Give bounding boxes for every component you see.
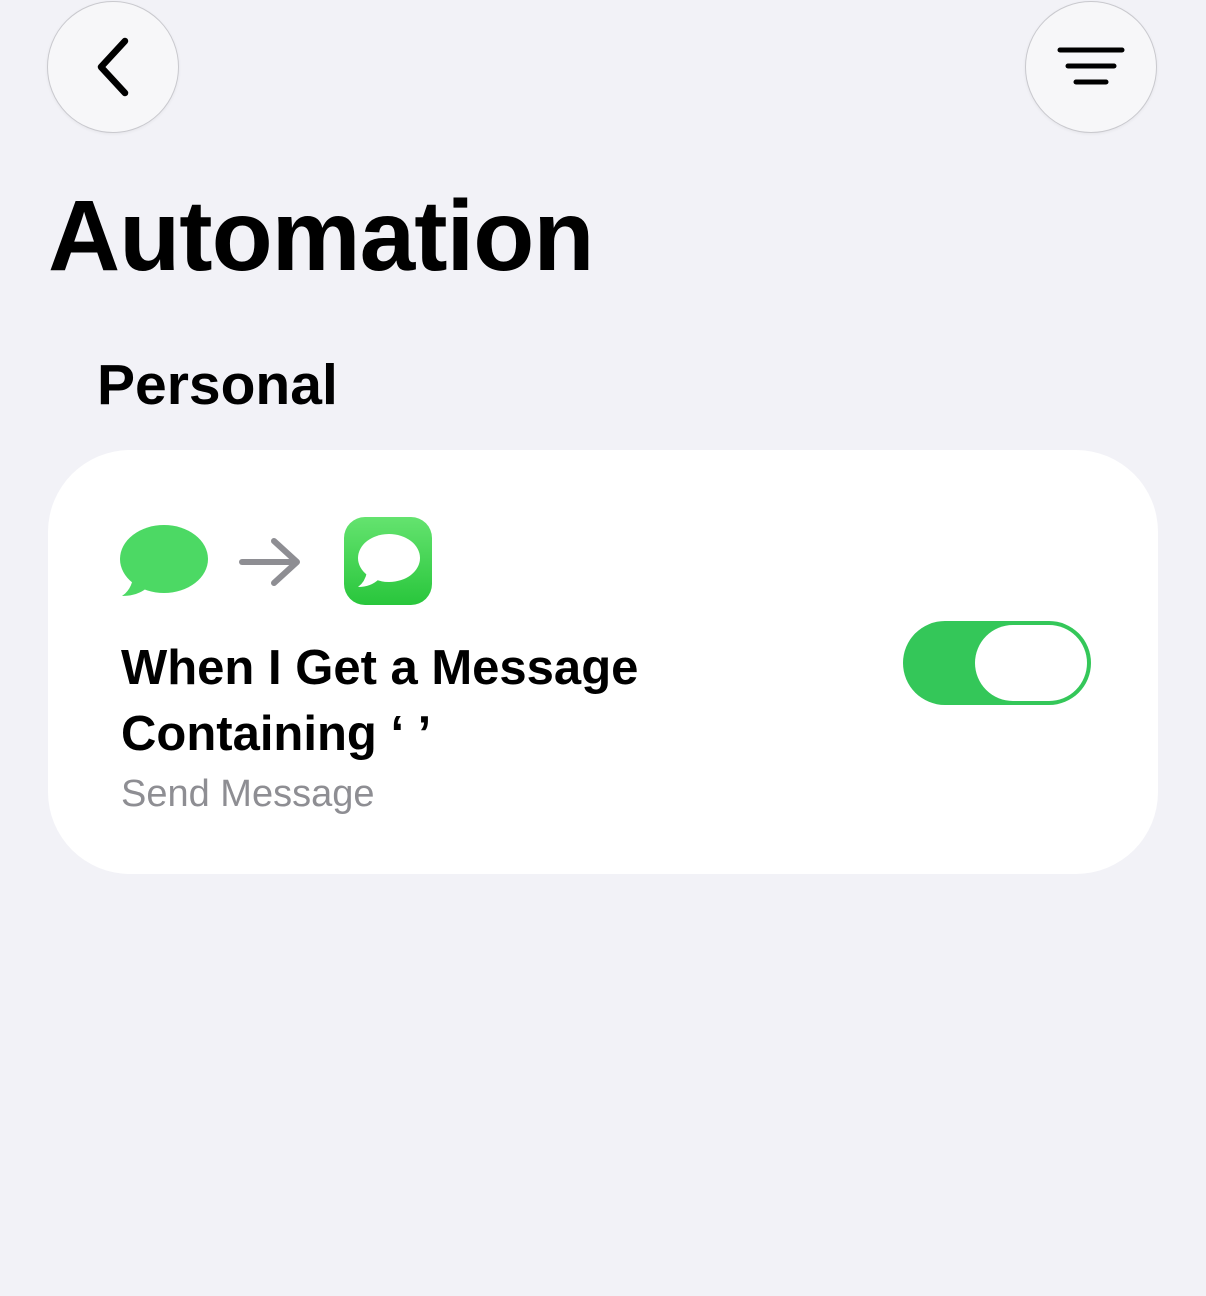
- chevron-left-icon: [93, 35, 133, 99]
- automation-enabled-toggle[interactable]: [903, 621, 1091, 705]
- message-bubble-icon: [119, 524, 209, 603]
- automation-icons-row: [119, 517, 439, 605]
- automation-card[interactable]: When I Get a Message Containing ‘ ’ Send…: [48, 450, 1158, 874]
- filter-lines-icon: [1056, 45, 1126, 89]
- page-title: Automation: [48, 180, 594, 292]
- section-header-personal: Personal: [97, 353, 338, 417]
- arrow-right-icon: [238, 537, 302, 592]
- filter-menu-button[interactable]: [1025, 1, 1157, 133]
- back-button[interactable]: [47, 1, 179, 133]
- automation-subtitle: Send Message: [121, 773, 375, 815]
- automation-title: When I Get a Message Containing ‘ ’: [121, 641, 639, 761]
- messages-app-icon: [344, 517, 432, 605]
- toggle-knob: [975, 625, 1087, 701]
